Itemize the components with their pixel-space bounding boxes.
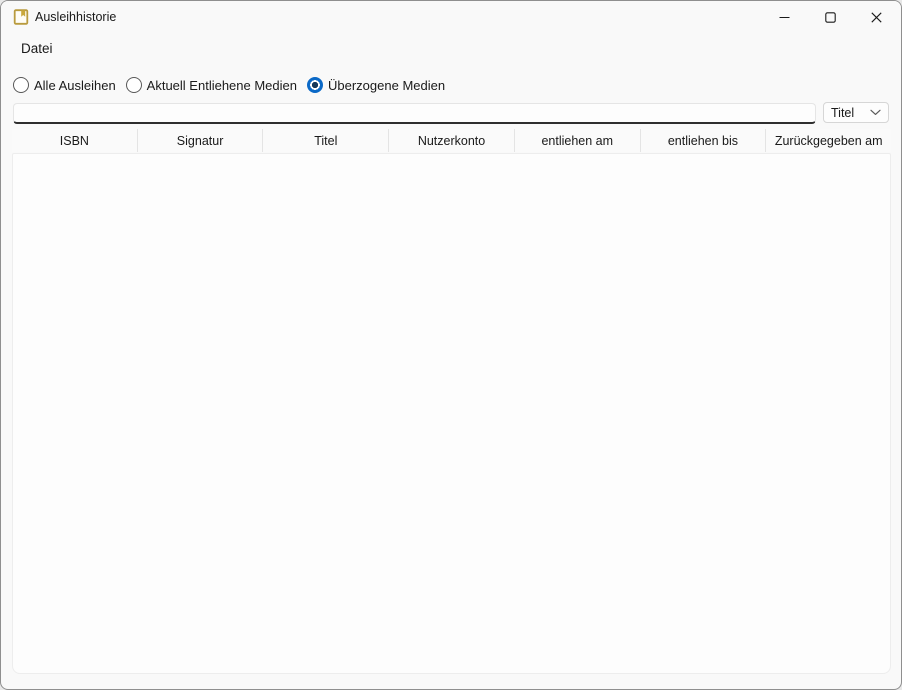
radio-option-aktuell-entliehene-medien[interactable]: Aktuell Entliehene Medien: [126, 77, 297, 93]
window-title: Ausleihhistorie: [35, 10, 116, 24]
table-header: ISBN Signatur Titel Nutzerkonto entliehe…: [12, 129, 891, 152]
column-header-zurueckgegeben-am[interactable]: Zurückgegeben am: [766, 129, 891, 152]
radio-option-alle-ausleihen[interactable]: Alle Ausleihen: [13, 77, 116, 93]
radio-button-aktuell-entliehene-medien[interactable]: [126, 77, 142, 93]
minimize-icon: [779, 12, 790, 23]
column-header-isbn[interactable]: ISBN: [12, 129, 138, 152]
close-icon: [871, 12, 882, 23]
radio-button-alle-ausleihen[interactable]: [13, 77, 29, 93]
loan-filter-group: Alle Ausleihen Aktuell Entliehene Medien…: [13, 76, 445, 94]
window-controls: [761, 2, 899, 33]
search-field-dropdown[interactable]: Titel: [823, 102, 889, 123]
app-window: Ausleihhistorie Datei: [0, 0, 902, 690]
radio-label: Überzogene Medien: [328, 78, 445, 93]
menu-item-datei[interactable]: Datei: [19, 39, 55, 58]
search-input[interactable]: [13, 103, 816, 124]
maximize-icon: [825, 12, 836, 23]
minimize-button[interactable]: [761, 2, 807, 33]
table-body[interactable]: [12, 153, 891, 674]
column-header-signatur[interactable]: Signatur: [138, 129, 264, 152]
column-header-entliehen-am[interactable]: entliehen am: [515, 129, 641, 152]
radio-label: Alle Ausleihen: [34, 78, 116, 93]
close-button[interactable]: [853, 2, 899, 33]
chevron-down-icon: [870, 109, 881, 116]
column-header-titel[interactable]: Titel: [263, 129, 389, 152]
column-header-nutzerkonto[interactable]: Nutzerkonto: [389, 129, 515, 152]
dropdown-selected-value: Titel: [831, 106, 854, 120]
radio-label: Aktuell Entliehene Medien: [147, 78, 297, 93]
menubar: Datei: [1, 33, 901, 63]
book-bookmark-icon: [13, 9, 29, 25]
titlebar[interactable]: Ausleihhistorie: [1, 1, 901, 33]
column-header-entliehen-bis[interactable]: entliehen bis: [641, 129, 767, 152]
radio-option-ueberzogene-medien[interactable]: Überzogene Medien: [307, 77, 445, 93]
maximize-button[interactable]: [807, 2, 853, 33]
radio-button-ueberzogene-medien[interactable]: [307, 77, 323, 93]
